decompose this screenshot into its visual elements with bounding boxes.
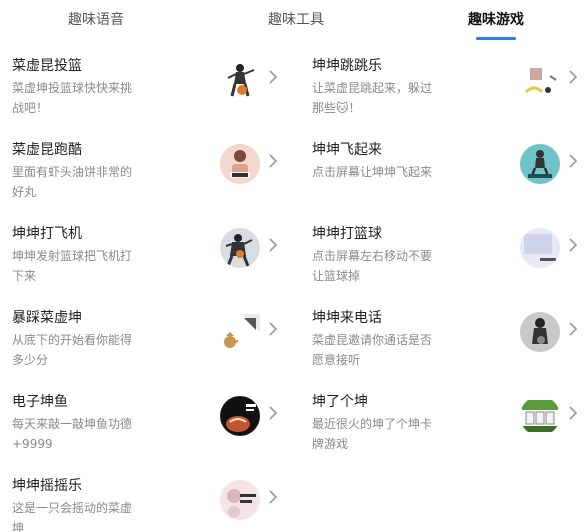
game-title: 坤坤打飞机 bbox=[12, 226, 82, 242]
game-description: 从底下的开始看你能得多少分 bbox=[12, 333, 133, 367]
game-item-electronic-kun-fish[interactable]: 电子坤鱼 每天来敲一敲坤鱼功德+9999 bbox=[12, 391, 292, 471]
chevron-right-icon bbox=[566, 235, 580, 255]
game-title: 坤坤摇摇乐 bbox=[12, 478, 82, 494]
game-item-kun-le-ge-kun[interactable]: 坤了个坤 最近很火的坤了个坤卡牌游戏 bbox=[312, 391, 588, 471]
chicken-thumbnail bbox=[220, 312, 260, 352]
game-title: 坤了个坤 bbox=[312, 394, 368, 410]
chevron-right-icon bbox=[566, 67, 580, 87]
game-description: 点击屏幕让坤坤飞起来 bbox=[312, 165, 433, 179]
game-title: 电子坤鱼 bbox=[12, 394, 68, 410]
jumping-figure-thumbnail bbox=[520, 60, 560, 100]
game-item-kk-fly[interactable]: 坤坤飞起来 点击屏幕让坤坤飞起来 bbox=[312, 139, 588, 219]
chevron-right-icon bbox=[266, 403, 280, 423]
chevron-right-icon bbox=[266, 319, 280, 339]
game-item-kk-phone-call[interactable]: 坤坤来电话 菜虚昆邀请你通话是否愿意接听 bbox=[312, 307, 588, 387]
game-title: 菜虚昆跑酷 bbox=[12, 142, 82, 158]
game-description: 这是一只会摇动的菜虚坤 bbox=[12, 501, 133, 532]
game-title: 坤坤飞起来 bbox=[312, 142, 382, 158]
chevron-right-icon bbox=[566, 151, 580, 171]
tab-bar: 趣味语音 趣味工具 趣味游戏 bbox=[0, 0, 588, 42]
phone-call-thumbnail bbox=[520, 312, 560, 352]
game-item-cxk-basketball[interactable]: 菜虚昆投篮 菜虚坤投篮球快快来挑战吧！ bbox=[12, 55, 292, 135]
game-description: 每天来敲一敲坤鱼功德+9999 bbox=[12, 417, 133, 451]
game-item-kk-basketball[interactable]: 坤坤打篮球 点击屏幕左右移动不要让篮球掉 bbox=[312, 223, 588, 303]
basketball-court-thumbnail bbox=[520, 228, 560, 268]
chevron-right-icon bbox=[266, 235, 280, 255]
game-description: 里面有虾头油饼非常的好丸 bbox=[12, 165, 133, 199]
basketball-player-thumbnail bbox=[220, 60, 260, 100]
game-description: 菜虚昆邀请你通话是否愿意接听 bbox=[312, 333, 433, 367]
flying-figure-thumbnail bbox=[520, 144, 560, 184]
chevron-right-icon bbox=[566, 403, 580, 423]
basketball-shooter-thumbnail bbox=[220, 228, 260, 268]
tab-fun-tools[interactable]: 趣味工具 bbox=[268, 9, 324, 29]
game-description: 最近很火的坤了个坤卡牌游戏 bbox=[312, 417, 433, 451]
game-item-stomp-cxk[interactable]: 暴踩菜虚坤 从底下的开始看你能得多少分 bbox=[12, 307, 292, 387]
card-game-thumbnail bbox=[520, 396, 560, 436]
game-description: 点击屏幕左右移动不要让篮球掉 bbox=[312, 249, 433, 283]
wooden-fish-thumbnail bbox=[220, 396, 260, 436]
game-title: 暴踩菜虚坤 bbox=[12, 310, 82, 326]
game-item-cxk-parkour[interactable]: 菜虚昆跑酷 里面有虾头油饼非常的好丸 bbox=[12, 139, 292, 219]
tab-fun-voice[interactable]: 趣味语音 bbox=[68, 9, 124, 29]
game-description: 坤坤发射篮球把飞机打下来 bbox=[12, 249, 133, 283]
chevron-right-icon bbox=[266, 151, 280, 171]
game-title: 坤坤跳跳乐 bbox=[312, 58, 382, 74]
game-item-kk-shake[interactable]: 坤坤摇摇乐 这是一只会摇动的菜虚坤 bbox=[12, 475, 292, 532]
game-title: 菜虚昆投篮 bbox=[12, 58, 82, 74]
game-description: 让菜虚昆跳起来，躲过那些🐱！ bbox=[312, 81, 433, 115]
game-item-kk-jump[interactable]: 坤坤跳跳乐 让菜虚昆跳起来，躲过那些🐱！ bbox=[312, 55, 588, 135]
active-tab-indicator bbox=[476, 37, 516, 40]
game-item-kk-shoot-planes[interactable]: 坤坤打飞机 坤坤发射篮球把飞机打下来 bbox=[12, 223, 292, 303]
game-title: 坤坤来电话 bbox=[312, 310, 382, 326]
chevron-right-icon bbox=[266, 487, 280, 507]
game-title: 坤坤打篮球 bbox=[312, 226, 382, 242]
game-description: 菜虚坤投篮球快快来挑战吧！ bbox=[12, 81, 133, 115]
tab-fun-games[interactable]: 趣味游戏 bbox=[468, 9, 524, 29]
shaking-figure-thumbnail bbox=[220, 480, 260, 520]
chevron-right-icon bbox=[266, 67, 280, 87]
chevron-right-icon bbox=[566, 319, 580, 339]
runner-thumbnail bbox=[220, 144, 260, 184]
